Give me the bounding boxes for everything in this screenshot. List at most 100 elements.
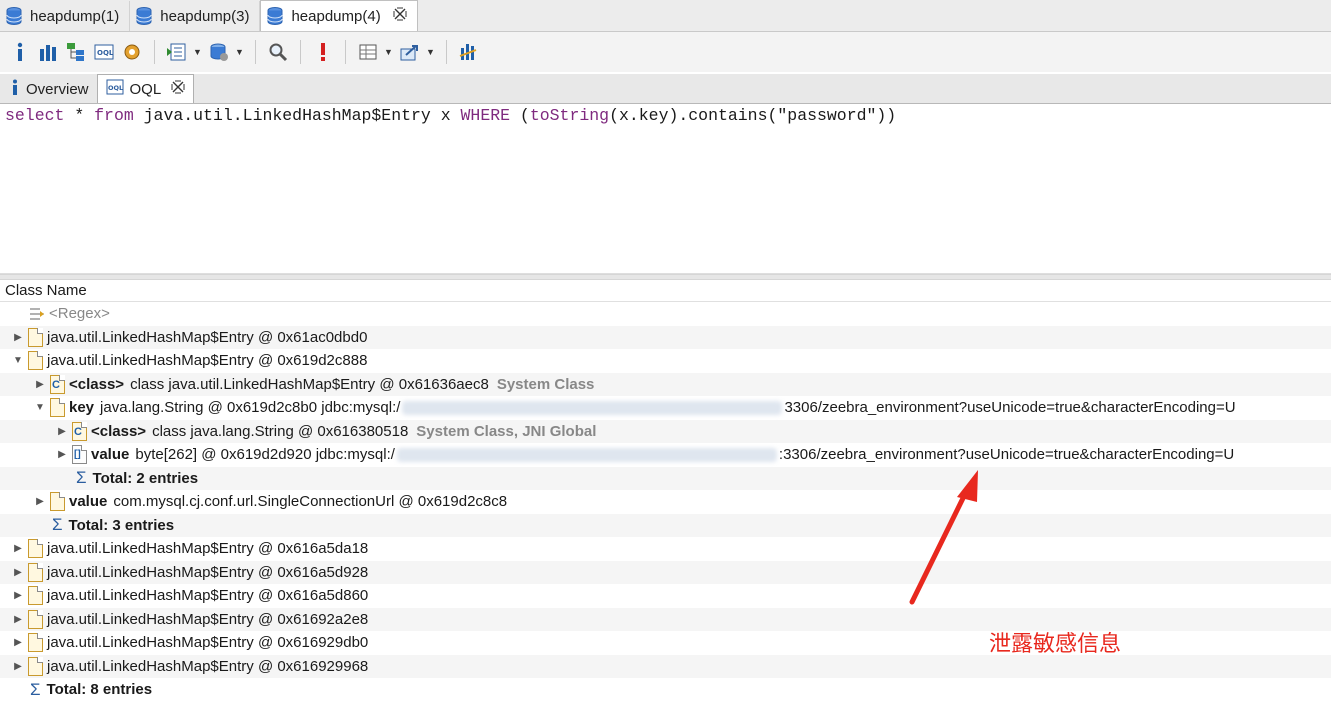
expand-arrow-icon[interactable]: ▶ (56, 426, 68, 437)
grouping-icon[interactable] (356, 40, 380, 64)
query-star: * (64, 106, 95, 125)
query-paren: ( (510, 106, 530, 125)
close-tab-icon[interactable] (393, 7, 407, 26)
histogram-icon[interactable] (36, 40, 60, 64)
total-row: Σ Total: 2 entries (0, 466, 1331, 490)
close-tab-icon[interactable] (171, 80, 185, 98)
editor-tab-heapdump-1[interactable]: heapdump(1) (0, 1, 131, 31)
table-row[interactable]: ▶ java.util.LinkedHashMap$Entry @ 0x616a… (0, 584, 1331, 608)
column-header-class-name[interactable]: Class Name (0, 280, 1331, 302)
field-label: value (69, 493, 108, 511)
row-text: class java.util.LinkedHashMap$Entry @ 0x… (130, 375, 489, 393)
sigma-icon: Σ (76, 468, 87, 488)
info-icon[interactable] (8, 40, 32, 64)
query-tab-bar: Overview OQL OQL (0, 74, 1331, 104)
svg-text:OQL: OQL (97, 49, 114, 57)
field-label: key (69, 399, 95, 417)
leak-suspects-icon[interactable] (311, 40, 335, 64)
collapse-arrow-icon[interactable]: ▼ (12, 355, 24, 366)
table-row[interactable]: ▶ java.util.LinkedHashMap$Entry @ 0x61ac… (0, 325, 1331, 349)
expand-arrow-icon[interactable]: ▶ (12, 590, 24, 601)
object-icon (26, 609, 44, 629)
info-icon (10, 79, 20, 99)
regex-input[interactable]: <Regex> (49, 305, 110, 322)
editor-tab-label: heapdump(3) (160, 7, 250, 25)
row-text: java.util.LinkedHashMap$Entry @ 0x61692a… (47, 610, 369, 628)
oql-icon[interactable]: OQL (92, 40, 116, 64)
table-row[interactable]: ▶ java.util.LinkedHashMap$Entry @ 0x6169… (0, 631, 1331, 655)
table-row[interactable]: ▶ java.util.LinkedHashMap$Entry @ 0x616a… (0, 560, 1331, 584)
oql-icon: OQL (106, 79, 124, 99)
collapse-arrow-icon[interactable]: ▼ (34, 402, 46, 413)
row-text: java.util.LinkedHashMap$Entry @ 0x616a5d… (47, 540, 369, 558)
row-note: System Class, JNI Global (416, 422, 597, 440)
class-icon: C (70, 421, 88, 441)
table-row[interactable]: ▼ java.util.LinkedHashMap$Entry @ 0x619d… (0, 349, 1331, 373)
expand-arrow-icon[interactable]: ▶ (12, 614, 24, 625)
editor-tab-bar: heapdump(1) heapdump(3) heapdump(4) (0, 0, 1331, 32)
database-icon (136, 7, 152, 26)
expand-arrow-icon[interactable]: ▶ (12, 567, 24, 578)
expand-arrow-icon[interactable]: ▶ (34, 379, 46, 390)
table-row[interactable]: ▶ C <class> class java.util.LinkedHashMa… (0, 372, 1331, 396)
editor-tab-label: heapdump(1) (30, 7, 120, 25)
redacted-host (402, 400, 783, 415)
database-icon (267, 7, 283, 26)
expand-arrow-icon[interactable]: ▶ (12, 637, 24, 648)
database-icon (6, 7, 22, 26)
calculate-retained-icon[interactable] (457, 40, 481, 64)
array-icon: [] (70, 445, 88, 465)
thread-overview-icon[interactable] (120, 40, 144, 64)
tab-overview[interactable]: Overview (2, 75, 97, 103)
tab-label: Overview (26, 80, 89, 98)
row-text: java.util.LinkedHashMap$Entry @ 0x616a5d… (47, 587, 369, 605)
query-keyword-from: from (94, 106, 134, 125)
total-label: Total: 2 entries (92, 469, 199, 487)
regex-filter-icon (28, 304, 46, 324)
field-label: <class> (91, 422, 147, 440)
expand-arrow-icon[interactable]: ▶ (12, 661, 24, 672)
editor-tab-heapdump-3[interactable]: heapdump(3) (130, 1, 261, 31)
object-icon (26, 351, 44, 371)
table-row[interactable]: ▶ java.util.LinkedHashMap$Entry @ 0x616a… (0, 537, 1331, 561)
expand-arrow-icon[interactable]: ▶ (56, 449, 68, 460)
table-row[interactable]: ▶ [] value byte[262] @ 0x619d2d920 jdbc:… (0, 443, 1331, 467)
table-row[interactable]: ▶ value com.mysql.cj.conf.url.SingleConn… (0, 490, 1331, 514)
row-text: java.lang.String @ 0x619d2c8b0 jdbc:mysq… (100, 399, 401, 417)
dominator-tree-icon[interactable] (64, 40, 88, 64)
table-row[interactable]: ▶ java.util.LinkedHashMap$Entry @ 0x6169… (0, 654, 1331, 678)
row-text: class java.lang.String @ 0x616380518 (152, 422, 409, 440)
run-report-icon[interactable] (165, 40, 189, 64)
heap-dump-overview-icon[interactable] (207, 40, 231, 64)
results-tree: Class Name <Regex> ▶ java.util.LinkedHas… (0, 280, 1331, 708)
row-text: java.util.LinkedHashMap$Entry @ 0x616a5d… (47, 563, 369, 581)
editor-tab-heapdump-4[interactable]: heapdump(4) (260, 0, 418, 31)
export-icon[interactable] (398, 40, 422, 64)
total-row: Σ Total: 8 entries (0, 678, 1331, 702)
table-row[interactable]: ▼ key java.lang.String @ 0x619d2c8b0 jdb… (0, 396, 1331, 420)
query-class: java.util.LinkedHashMap$Entry x (133, 106, 461, 125)
table-row[interactable]: ▶ java.util.LinkedHashMap$Entry @ 0x6169… (0, 607, 1331, 631)
tab-oql[interactable]: OQL OQL (96, 74, 195, 103)
row-text: java.util.LinkedHashMap$Entry @ 0x619d2c… (47, 352, 368, 370)
expand-arrow-icon[interactable]: ▶ (34, 496, 46, 507)
total-label: Total: 8 entries (46, 681, 153, 699)
search-icon[interactable] (266, 40, 290, 64)
expand-arrow-icon[interactable]: ▶ (12, 332, 24, 343)
total-row: Σ Total: 3 entries (0, 513, 1331, 537)
table-row[interactable]: ▶ C <class> class java.lang.String @ 0x6… (0, 419, 1331, 443)
annotation-text: 泄露敏感信息 (989, 632, 1122, 657)
tab-label: OQL (129, 80, 162, 98)
object-icon (26, 633, 44, 653)
row-text: java.util.LinkedHashMap$Entry @ 0x616929… (47, 634, 369, 652)
regex-filter-row[interactable]: <Regex> (0, 302, 1331, 326)
editor-tab-label: heapdump(4) (291, 7, 381, 25)
total-label: Total: 3 entries (68, 516, 175, 534)
row-note: System Class (496, 375, 595, 393)
expand-arrow-icon[interactable]: ▶ (12, 543, 24, 554)
object-icon (26, 656, 44, 676)
field-label: <class> (69, 375, 125, 393)
oql-query-editor[interactable]: select * from java.util.LinkedHashMap$En… (0, 104, 1331, 274)
row-text: java.util.LinkedHashMap$Entry @ 0x616929… (47, 657, 369, 675)
row-text: byte[262] @ 0x619d2d920 jdbc:mysql:/ (135, 446, 395, 464)
